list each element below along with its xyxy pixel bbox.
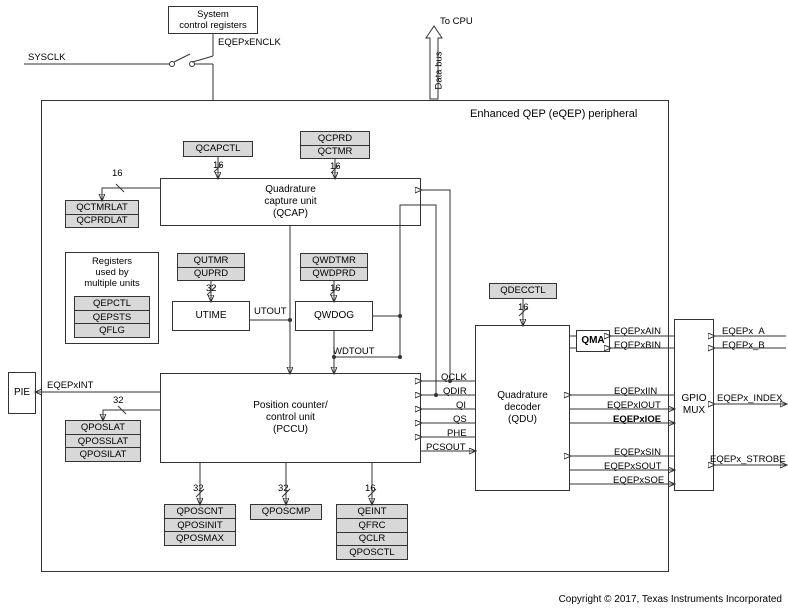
iout-label: EQEPxIOUT xyxy=(607,400,661,411)
utime-block: UTIME xyxy=(172,301,250,331)
qfrc-reg: QFRC xyxy=(337,519,407,533)
utime-width: 32 xyxy=(206,283,217,294)
qctmr-reg: QCTMR xyxy=(301,146,369,159)
pccu-int-width: 32 xyxy=(113,395,124,406)
qutmr-reg: QUTMR xyxy=(178,254,244,268)
phe-label: PHE xyxy=(447,428,467,439)
wdtout-label: WDTOUT xyxy=(333,346,375,357)
quprd-reg: QUPRD xyxy=(178,268,244,281)
pccu-block: Position counter/ control unit (PCCU) xyxy=(160,373,421,463)
utout-label: UTOUT xyxy=(254,306,287,317)
qwdprd-reg: QWDPRD xyxy=(301,268,367,281)
qcprdlat-reg: QCPRDLAT xyxy=(66,215,138,228)
iin-label: EQEPxIIN xyxy=(614,386,657,397)
eqepxint-label: EQEPxINT xyxy=(47,380,93,391)
qwdtmr-reg: QWDTMR xyxy=(301,254,367,268)
sout-label: EQEPxSOUT xyxy=(604,461,662,472)
to-cpu-label: To CPU xyxy=(440,16,473,27)
qeint-reg: QEINT xyxy=(337,505,407,519)
pie-box: PIE xyxy=(8,372,36,414)
qcapctl-reg: QCAPCTL xyxy=(183,141,253,157)
qcapctl-width: 16 xyxy=(213,160,224,171)
qposcmp-reg: QPOSCMP xyxy=(250,504,322,520)
gpio-mux-block: GPIO MUX xyxy=(674,319,714,491)
data-bus-label: Data bus xyxy=(434,51,445,89)
bin-label: EQEPxBIN xyxy=(614,340,661,351)
qdir-label: QDIR xyxy=(443,386,467,397)
qma-block: QMA xyxy=(576,330,610,352)
col1-stack: QPOSCNT QPOSINIT QPOSMAX xyxy=(164,504,236,546)
qposctl-reg: QPOSCTL xyxy=(337,546,407,559)
soe-label: EQEPxSOE xyxy=(613,475,664,486)
qclr-reg: QCLR xyxy=(337,533,407,547)
qclk-label: QCLK xyxy=(441,372,467,383)
qctmrlat-stack: QCTMRLAT QCPRDLAT xyxy=(65,200,139,228)
qcprd-reg: QCPRD xyxy=(301,132,369,146)
qposmax-reg: QPOSMAX xyxy=(165,532,235,545)
qi-label: QI xyxy=(456,400,466,411)
col1-width: 32 xyxy=(193,483,204,494)
col2-width: 32 xyxy=(278,483,289,494)
multi-stack: QEPCTL QEPSTS QFLG xyxy=(74,296,150,338)
pie-label: PIE xyxy=(14,387,30,399)
multi-title: Registers used by multiple units xyxy=(78,256,146,289)
qflg-reg: QFLG xyxy=(75,324,149,337)
enclk-label: EQEPxENCLK xyxy=(218,37,281,48)
qs-label: QS xyxy=(453,414,467,425)
sys-ctrl-box: System control registers xyxy=(168,6,258,34)
ioe-label: EQEPxIOE xyxy=(613,414,661,425)
qutmr-stack: QUTMR QUPRD xyxy=(177,253,245,281)
qposlat-stack: QPOSLAT QPOSSLAT QPOSILAT xyxy=(65,420,141,462)
qposcnt-reg: QPOSCNT xyxy=(165,505,235,519)
qposslat-reg: QPOSSLAT xyxy=(66,435,140,449)
qcprd-qctmr-stack: QCPRD QCTMR xyxy=(300,131,370,159)
col3-stack: QEINT QFRC QCLR QPOSCTL xyxy=(336,504,408,560)
qposlat-reg: QPOSLAT xyxy=(66,421,140,435)
qwdog-width: 16 xyxy=(330,283,341,294)
copyright-text: Copyright © 2017, Texas Instruments Inco… xyxy=(559,594,782,605)
qepctl-reg: QEPCTL xyxy=(75,297,149,311)
eqepx-strobe-label: EQEPx_STROBE xyxy=(710,454,786,465)
pcsout-label: PCSOUT xyxy=(426,442,466,453)
qposilat-reg: QPOSILAT xyxy=(66,448,140,461)
sin-label: EQEPxSIN xyxy=(614,447,661,458)
eqepx-a-label: EQEPx_A xyxy=(722,326,765,337)
qepsts-reg: QEPSTS xyxy=(75,311,149,325)
qcap-block: Quadrature capture unit (QCAP) xyxy=(160,178,421,226)
qdu-block: Quadrature decoder (QDU) xyxy=(475,325,570,491)
ain-label: EQEPxAIN xyxy=(614,326,661,337)
qctmrlat-reg: QCTMRLAT xyxy=(66,201,138,215)
eqepx-index-label: EQEPx_INDEX xyxy=(717,393,782,404)
qdecctl-width: 16 xyxy=(518,302,529,313)
eqepx-b-label: EQEPx_B xyxy=(722,340,765,351)
qdecctl-reg: QDECCTL xyxy=(489,283,557,299)
qwdog-block: QWDOG xyxy=(295,301,373,331)
col3-width: 16 xyxy=(365,483,376,494)
qwdtmr-stack: QWDTMR QWDPRD xyxy=(300,253,368,281)
qposinit-reg: QPOSINIT xyxy=(165,519,235,533)
sysclk-label: SYSCLK xyxy=(28,52,66,63)
qctmr-width: 16 xyxy=(330,161,341,172)
peripheral-title: Enhanced QEP (eQEP) peripheral xyxy=(470,108,637,120)
qcap-left-width: 16 xyxy=(112,168,123,179)
